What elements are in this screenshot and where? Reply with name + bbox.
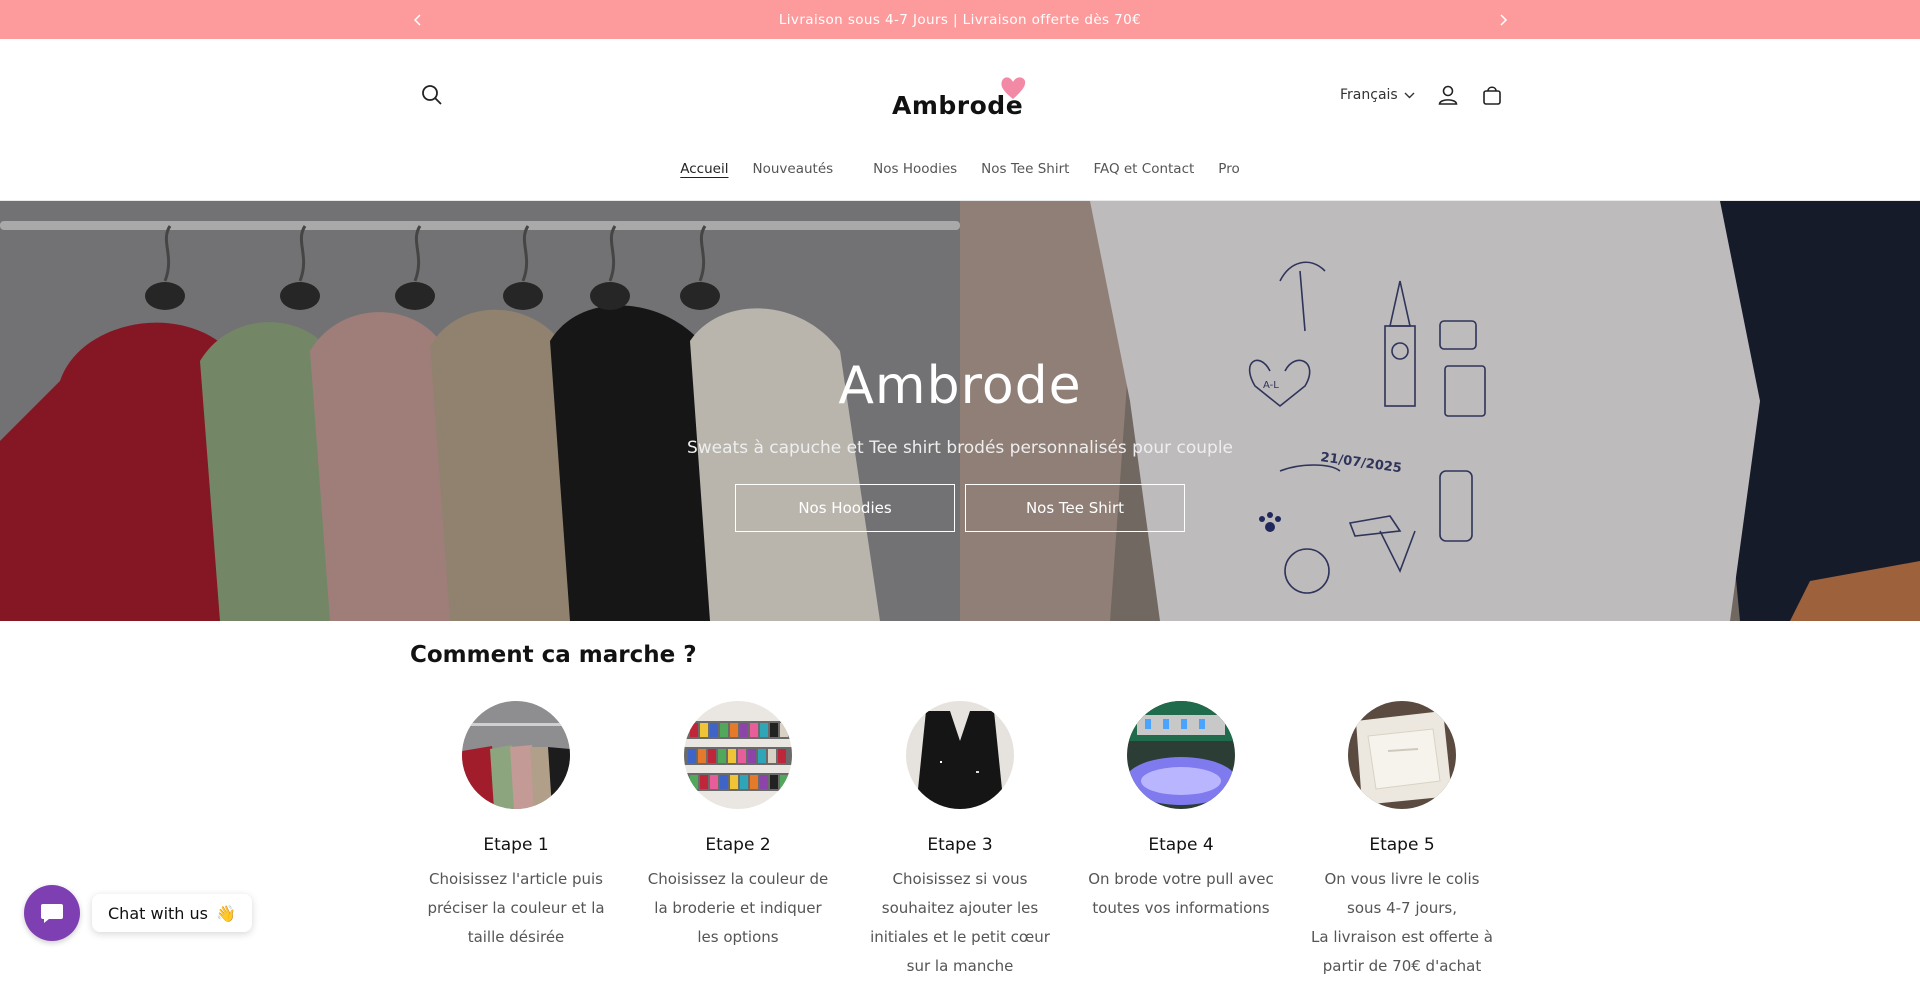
nos-tee-shirt-button[interactable]: Nos Tee Shirt — [965, 484, 1185, 532]
wave-emoji-icon: 👋 — [215, 903, 236, 923]
nav-item-faq-contact[interactable]: FAQ et Contact — [1093, 161, 1194, 177]
step-title: Etape 2 — [705, 835, 771, 855]
step-title: Etape 3 — [927, 835, 993, 855]
nav-item-nos-hoodies[interactable]: Nos Hoodies — [873, 161, 957, 177]
step-3-image — [906, 701, 1014, 809]
step-card: Etape 2 Choisissez la couleur de la brod… — [638, 701, 838, 952]
hero-banner: 21/07/2025 A-L Ambrode Sweats à capuche … — [0, 201, 1920, 621]
step-title: Etape 1 — [483, 835, 549, 855]
step-description: Choisissez l'article puis préciser la co… — [427, 870, 605, 946]
chevron-right-icon[interactable] — [1488, 0, 1518, 39]
step-description: Choisissez la couleur de la broderie et … — [647, 870, 829, 946]
user-icon[interactable] — [1430, 77, 1466, 113]
hero-title: Ambrode — [838, 356, 1082, 416]
chevron-down-icon — [1404, 92, 1415, 99]
language-selector[interactable]: Français — [1340, 79, 1415, 111]
step-description: Choisissez si vous souhaitez ajouter les… — [870, 870, 1050, 975]
step-card: Etape 4 On brode votre pull avec toutes … — [1081, 701, 1281, 923]
logo[interactable]: Ambrode — [890, 71, 1030, 131]
shopping-bag-icon[interactable] — [1474, 77, 1510, 113]
step-title: Etape 4 — [1148, 835, 1214, 855]
nav-item-pro[interactable]: Pro — [1218, 161, 1239, 177]
nav-item-accueil[interactable]: Accueil — [680, 161, 728, 177]
chat-bubble-icon — [41, 904, 63, 923]
chevron-left-icon[interactable] — [403, 0, 433, 39]
language-label: Français — [1340, 87, 1398, 103]
main-nav: Accueil Nouveautés Nos Hoodies Nos Tee S… — [0, 151, 1920, 187]
step-card: Etape 1 Choisissez l'article puis précis… — [416, 701, 616, 952]
chat-launcher-button[interactable] — [24, 885, 80, 941]
step-description: On vous livre le colis sous 4-7 jours, L… — [1311, 870, 1493, 975]
step-card: Etape 3 Choisissez si vous souhaitez ajo… — [860, 701, 1060, 981]
announcement-text: Livraison sous 4-7 Jours | Livraison off… — [778, 11, 1142, 28]
step-2-image — [684, 701, 792, 809]
chat-label: Chat with us — [108, 903, 208, 923]
step-title: Etape 5 — [1369, 835, 1435, 855]
step-4-image — [1127, 701, 1235, 809]
step-description: On brode votre pull avec toutes vos info… — [1088, 870, 1274, 917]
heart-icon — [1001, 77, 1026, 99]
search-icon[interactable] — [414, 77, 450, 113]
hero-subtitle: Sweats à capuche et Tee shirt brodés per… — [686, 438, 1234, 458]
site-header: Ambrode Français Accueil Nouveautés Nos … — [0, 39, 1920, 201]
steps-section-title: Comment ca marche ? — [410, 642, 697, 668]
step-5-image — [1348, 701, 1456, 809]
chat-with-us-bubble[interactable]: Chat with us 👋 — [92, 894, 252, 932]
hero-content: Ambrode Sweats à capuche et Tee shirt br… — [0, 201, 1920, 621]
step-1-image — [462, 701, 570, 809]
nav-item-nouveautes[interactable]: Nouveautés — [752, 161, 833, 177]
announcement-bar: Livraison sous 4-7 Jours | Livraison off… — [0, 0, 1920, 39]
step-card: Etape 5 On vous livre le colis sous 4-7 … — [1302, 701, 1502, 981]
nos-hoodies-button[interactable]: Nos Hoodies — [735, 484, 955, 532]
nav-item-nos-tee-shirt[interactable]: Nos Tee Shirt — [981, 161, 1069, 177]
